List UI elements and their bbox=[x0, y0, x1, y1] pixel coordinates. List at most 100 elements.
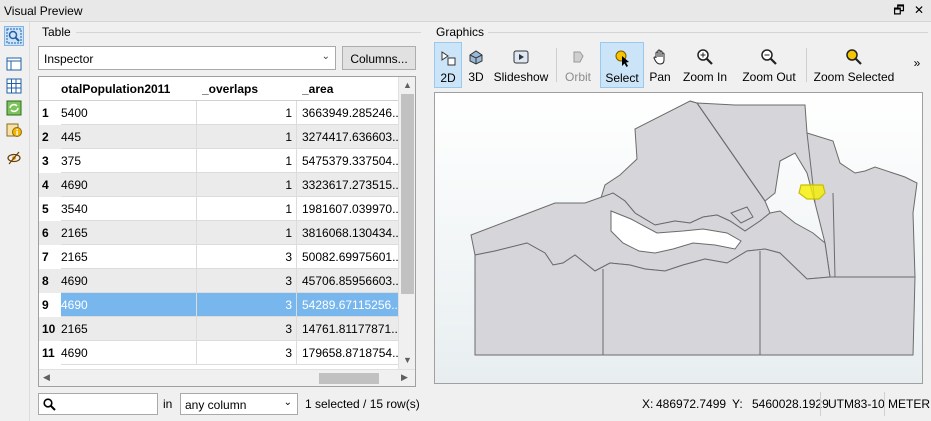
column-header-overlaps[interactable]: _overlaps bbox=[202, 82, 292, 96]
row-number: 6 bbox=[39, 221, 61, 245]
zoom-out-icon bbox=[761, 49, 777, 65]
column-filter-select[interactable]: any column ⌄ bbox=[180, 393, 298, 415]
vertical-scroll-thumb[interactable] bbox=[401, 94, 414, 294]
pan-label: Pan bbox=[649, 70, 671, 84]
window-titlebar: Visual Preview 🗗 ✕ bbox=[0, 0, 931, 22]
cell-area: 5475379.337504... bbox=[302, 154, 399, 168]
coordinate-statusbar: X: 486972.7499 Y: 5460028.1929 UTM83-10 … bbox=[432, 392, 930, 416]
table-row[interactable]: 5 3540 1 1981607.039970... bbox=[39, 197, 399, 221]
cell-population: 2165 bbox=[61, 221, 197, 245]
cell-overlaps: 1 bbox=[197, 125, 297, 149]
toolbar-separator bbox=[556, 48, 557, 82]
graphics-toolbar: 2D 3D Slideshow Orbit Select Pan Zoom In… bbox=[432, 42, 928, 88]
cell-overlaps: 3 bbox=[197, 341, 297, 365]
view-2d-label: 2D bbox=[440, 71, 456, 85]
eye-hide-icon[interactable] bbox=[4, 148, 24, 168]
cell-overlaps: 3 bbox=[197, 293, 297, 317]
cell-population: 4690 bbox=[61, 173, 197, 197]
cell-area: 3274417.636603... bbox=[302, 130, 399, 144]
x-coordinate-value: 486972.7499 bbox=[656, 397, 727, 411]
horizontal-scroll-thumb[interactable] bbox=[319, 373, 379, 384]
column-header-population[interactable]: otalPopulation2011 bbox=[61, 82, 197, 96]
zoom-in-button[interactable]: Zoom In bbox=[680, 42, 730, 88]
table-row[interactable]: 11 4690 3 179658.8718754... bbox=[39, 341, 399, 365]
cell-area: 3323617.273515... bbox=[302, 178, 399, 192]
select-label: Select bbox=[605, 71, 639, 85]
scroll-left-icon[interactable]: ◀ bbox=[43, 372, 50, 383]
cell-area: 179658.8718754... bbox=[302, 346, 399, 360]
grid-icon[interactable] bbox=[4, 76, 24, 96]
table-row[interactable]: 2 445 1 3274417.636603... bbox=[39, 125, 399, 149]
info-icon[interactable] bbox=[4, 120, 24, 140]
columns-button[interactable]: Columns... bbox=[342, 46, 416, 70]
scroll-up-icon[interactable]: ▲ bbox=[403, 80, 412, 90]
cell-population: 445 bbox=[61, 125, 197, 149]
source-select[interactable]: Inspector ⌄ bbox=[38, 46, 336, 70]
table-row[interactable]: 7 2165 3 50082.69975601... bbox=[39, 245, 399, 269]
cell-population: 4690 bbox=[61, 293, 197, 317]
row-number: 3 bbox=[39, 149, 61, 173]
table-row[interactable]: 9 4690 3 54289.67115256... bbox=[39, 293, 399, 317]
y-coordinate-value: 5460028.1929 bbox=[752, 397, 829, 411]
table-row[interactable]: 4 4690 1 3323617.273515... bbox=[39, 173, 399, 197]
scroll-right-icon[interactable]: ▶ bbox=[401, 372, 408, 383]
status-divider bbox=[884, 392, 885, 416]
table-row[interactable]: 10 2165 3 14761.81177871... bbox=[39, 317, 399, 341]
view-3d-button[interactable]: 3D bbox=[464, 42, 488, 88]
vertical-scrollbar[interactable]: ▲ ▼ bbox=[398, 77, 415, 369]
row-number: 5 bbox=[39, 197, 61, 221]
toolbar-overflow-button[interactable]: » bbox=[910, 42, 924, 88]
close-button[interactable]: ✕ bbox=[912, 3, 926, 17]
search-input[interactable] bbox=[38, 393, 158, 415]
table-row[interactable]: 3 375 1 5475379.337504... bbox=[39, 149, 399, 173]
restore-button[interactable]: 🗗 bbox=[892, 3, 906, 17]
y-coordinate-label: Y: bbox=[732, 397, 743, 411]
table-layout-icon[interactable] bbox=[4, 54, 24, 74]
selection-status: 1 selected / 15 row(s) bbox=[305, 397, 420, 411]
row-number: 9 bbox=[39, 293, 61, 317]
row-number: 10 bbox=[39, 317, 61, 341]
coordinate-system: UTM83-10 bbox=[828, 397, 885, 411]
pan-button[interactable]: Pan bbox=[646, 42, 674, 88]
cell-area: 54289.67115256... bbox=[302, 298, 399, 312]
cell-population: 2165 bbox=[61, 245, 197, 269]
map-refresh-icon[interactable] bbox=[4, 98, 24, 118]
table-row[interactable]: 1 5400 1 3663949.285246... bbox=[39, 101, 399, 125]
status-divider bbox=[820, 392, 821, 416]
cell-area: 45706.85956603... bbox=[302, 274, 399, 288]
zoom-selected-button[interactable]: Zoom Selected bbox=[812, 42, 896, 88]
select-cursor-icon bbox=[615, 50, 629, 67]
column-filter-value: any column bbox=[185, 398, 247, 412]
column-header-area[interactable]: _area bbox=[302, 82, 392, 96]
cell-overlaps: 1 bbox=[197, 149, 297, 173]
source-select-value: Inspector bbox=[44, 52, 94, 66]
map-canvas[interactable] bbox=[434, 92, 923, 384]
slideshow-button[interactable]: Slideshow bbox=[492, 42, 550, 88]
zoom-selected-icon bbox=[846, 49, 862, 65]
view-2d-button[interactable]: 2D bbox=[434, 42, 462, 88]
toolbar-separator bbox=[806, 48, 807, 82]
zoom-in-label: Zoom In bbox=[682, 70, 727, 84]
cell-population: 4690 bbox=[61, 269, 197, 293]
cell-area: 14761.81177871... bbox=[302, 322, 399, 336]
graphics-panel-divider bbox=[488, 32, 928, 33]
graphics-panel-label: Graphics bbox=[436, 25, 485, 39]
horizontal-scrollbar[interactable]: ◀ ▶ bbox=[39, 369, 415, 386]
inspector-mode-icon[interactable] bbox=[4, 26, 24, 46]
cell-population: 3540 bbox=[61, 197, 197, 221]
select-button[interactable]: Select bbox=[600, 42, 644, 88]
cell-area: 3663949.285246... bbox=[302, 106, 399, 120]
view-3d-label: 3D bbox=[468, 70, 484, 84]
hand-pan-icon bbox=[653, 49, 665, 65]
table-header: otalPopulation2011 _overlaps _area bbox=[39, 77, 399, 101]
zoom-out-button[interactable]: Zoom Out bbox=[738, 42, 800, 88]
table-row[interactable]: 8 4690 3 45706.85956603... bbox=[39, 269, 399, 293]
table-row[interactable]: 6 2165 1 3816068.130434... bbox=[39, 221, 399, 245]
2d-view-icon bbox=[441, 51, 456, 66]
orbit-button[interactable]: Orbit bbox=[562, 42, 594, 88]
left-toolbar bbox=[0, 22, 30, 421]
row-number: 11 bbox=[39, 341, 61, 365]
scroll-down-icon[interactable]: ▼ bbox=[403, 355, 412, 365]
coordinate-units: METER bbox=[888, 397, 930, 411]
attribute-table[interactable]: otalPopulation2011 _overlaps _area 1 5400… bbox=[38, 76, 416, 387]
